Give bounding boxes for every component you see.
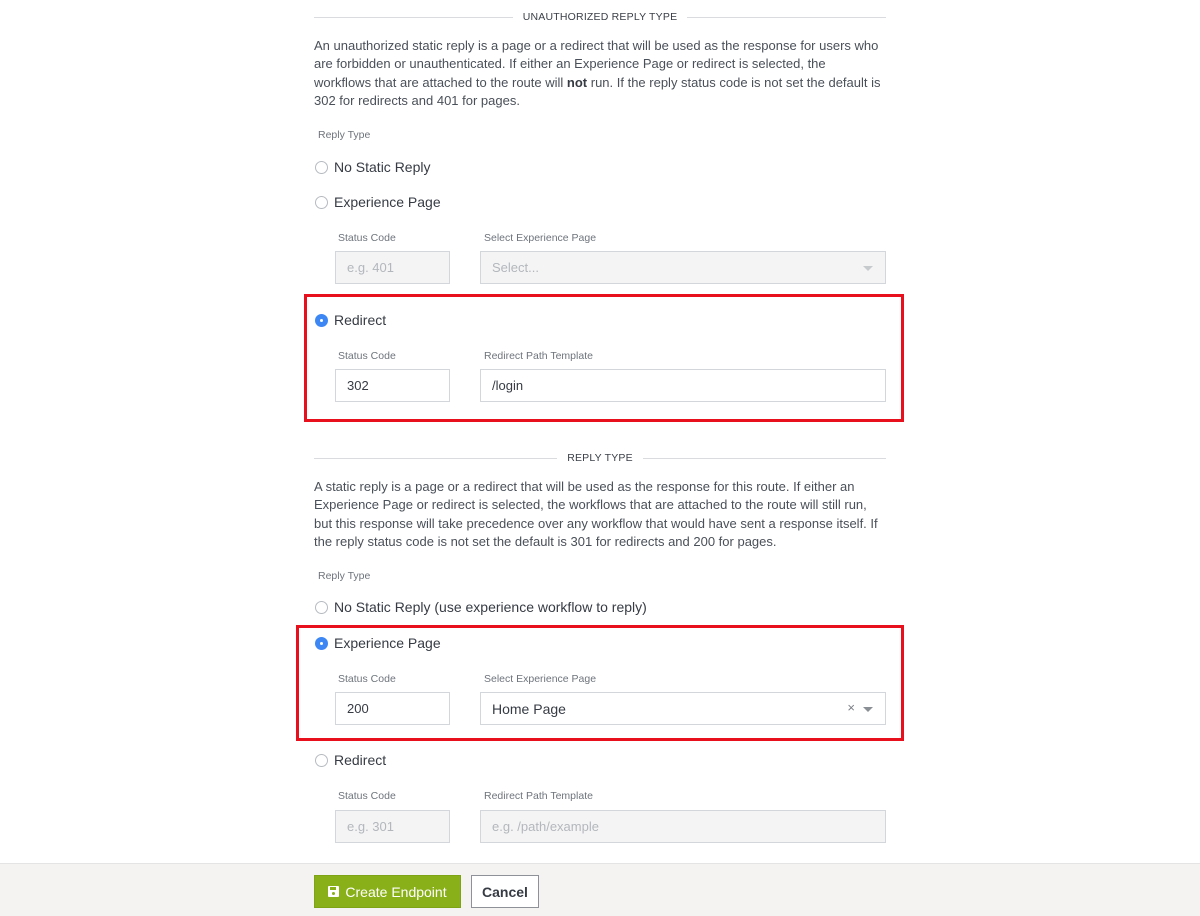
unauthorized-radio-no-static-reply[interactable]: No Static Reply [315, 159, 430, 175]
input-placeholder: e.g. 401 [347, 260, 394, 275]
radio-unchecked-icon[interactable] [315, 160, 328, 174]
unauthorized-section-divider: UNAUTHORIZED REPLY TYPE [314, 10, 886, 24]
save-icon [328, 886, 340, 897]
reply-redirect-status-code-input[interactable]: e.g. 301 [335, 810, 450, 843]
status-code-label: Status Code [338, 232, 396, 244]
unauthorized-experience-page-select[interactable]: Select... [480, 251, 886, 284]
radio-label: No Static Reply (use experience workflow… [334, 599, 647, 615]
chevron-down-icon [863, 266, 873, 271]
create-endpoint-button[interactable]: Create Endpoint [314, 875, 461, 908]
radio-label: Experience Page [334, 194, 441, 210]
redirect-path-template-label: Redirect Path Template [484, 790, 593, 802]
status-code-label: Status Code [338, 790, 396, 802]
divider-line [314, 457, 558, 459]
unauthorized-reply-type-label: Reply Type [318, 129, 371, 141]
reply-description: A static reply is a page or a redirect t… [314, 479, 878, 549]
radio-label: No Static Reply [334, 159, 431, 175]
radio-unchecked-icon[interactable] [315, 600, 328, 614]
reply-section-divider: REPLY TYPE [314, 451, 886, 465]
radio-unchecked-icon[interactable] [315, 753, 328, 767]
button-label: Create Endpoint [345, 883, 447, 900]
input-placeholder: e.g. /path/example [492, 819, 599, 834]
form-footer: Create Endpoint Cancel [0, 863, 1200, 916]
input-placeholder: e.g. 301 [347, 819, 394, 834]
radio-unchecked-icon[interactable] [315, 195, 328, 209]
reply-redirect-path-input[interactable]: e.g. /path/example [480, 810, 886, 843]
unauthorized-radio-experience-page[interactable]: Experience Page [315, 194, 441, 210]
description-bold: not [566, 74, 588, 90]
reply-radio-no-static-reply[interactable]: No Static Reply (use experience workflow… [315, 599, 647, 615]
unauthorized-page-status-code-input[interactable]: e.g. 401 [335, 251, 450, 284]
select-placeholder: Select... [492, 260, 539, 275]
unauthorized-description: An unauthorized static reply is a page o… [314, 37, 886, 110]
select-experience-page-label: Select Experience Page [484, 232, 597, 244]
reply-radio-redirect[interactable]: Redirect [315, 752, 386, 768]
reply-section-title: REPLY TYPE [567, 452, 633, 464]
divider-line [642, 457, 886, 459]
button-label: Cancel [482, 883, 528, 900]
radio-label: Redirect [334, 752, 387, 768]
cancel-button[interactable]: Cancel [471, 875, 539, 908]
divider-line [314, 16, 513, 18]
highlight-box-reply-experience-page [296, 625, 904, 741]
reply-type-label: Reply Type [318, 570, 371, 582]
divider-line [687, 16, 886, 18]
unauthorized-section-title: UNAUTHORIZED REPLY TYPE [522, 11, 678, 23]
highlight-box-unauthorized-redirect [304, 294, 904, 422]
